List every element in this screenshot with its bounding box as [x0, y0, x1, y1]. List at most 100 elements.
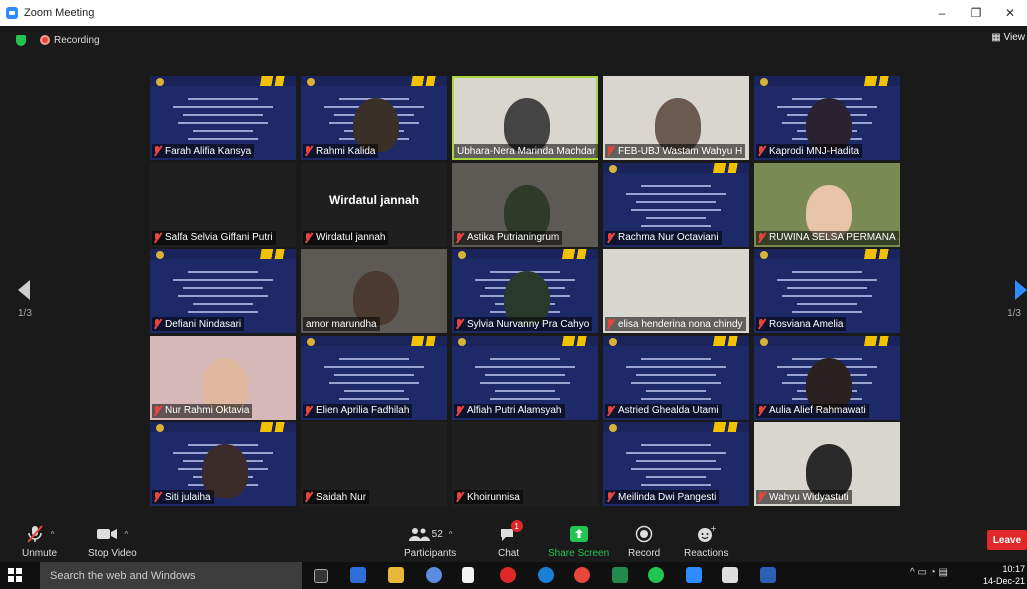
participant-video-tile[interactable]: Wahyu Widyastuti: [754, 422, 900, 506]
muted-mic-icon: [605, 318, 615, 330]
meeting-info-bar: Recording ▦ View: [0, 26, 1027, 54]
leave-button[interactable]: Leave: [987, 530, 1027, 550]
participant-name-label: Siti julaiha: [152, 490, 214, 504]
chrome-icon[interactable]: [574, 567, 590, 583]
media-player-icon[interactable]: [350, 567, 366, 583]
participant-name-label: Nur Rahmi Oktavia: [152, 403, 253, 418]
file-explorer-icon[interactable]: [388, 567, 404, 583]
participant-video-tile[interactable]: Astika Putrianingrum: [452, 162, 598, 247]
participant-video-tile[interactable]: Siti julaiha: [150, 422, 296, 506]
view-button[interactable]: ▦ View: [991, 32, 1025, 43]
participant-name: Khoirunnisa: [467, 491, 520, 503]
participant-name-label: amor marundha: [303, 317, 380, 331]
app-globe-icon[interactable]: [426, 567, 442, 583]
participant-name: amor marundha: [306, 318, 377, 330]
word-icon[interactable]: [760, 567, 776, 583]
edge-icon[interactable]: [538, 567, 554, 583]
chat-badge: 1: [510, 520, 523, 532]
participant-video-tile[interactable]: Farah Alifia Kansya: [150, 76, 296, 160]
reactions-button[interactable]: + Reactions: [684, 524, 728, 559]
participant-video-tile[interactable]: Meilinda Dwi Pangesti: [603, 422, 749, 506]
muted-mic-icon: [152, 232, 162, 244]
video-camera-icon: ^: [96, 524, 128, 544]
system-tray-icons[interactable]: ^ ▭ ◔ ▤: [910, 567, 948, 578]
participant-video-tile[interactable]: Wirdatul jannah Wirdatul jannah: [301, 162, 447, 247]
participant-name: Nur Rahmi Oktavia: [165, 405, 250, 416]
participant-name-label: Kaprodi MNJ-Hadita: [756, 144, 863, 158]
participant-video-tile[interactable]: Salfa Selvia Giffani Putri: [150, 162, 296, 247]
participant-name-label: Wirdatul jannah: [303, 230, 389, 245]
university-emblem-icon: [156, 78, 164, 86]
participant-name: Defiani Nindasari: [165, 318, 242, 330]
participant-video-tile[interactable]: Aulia Alief Rahmawati: [754, 335, 900, 420]
participant-video-tile[interactable]: Ubhara-Nera Marinda Machdar: [452, 76, 598, 160]
participant-video-tile[interactable]: Saidah Nur: [301, 422, 447, 506]
participant-name-label: Rahmi Kalida: [303, 144, 379, 158]
participant-name-label: Meilinda Dwi Pangesti: [605, 490, 720, 504]
title-bar: Zoom Meeting – ❐ ✕: [0, 0, 1027, 26]
participant-video-tile[interactable]: Nur Rahmi Oktavia: [150, 335, 296, 420]
close-button[interactable]: ✕: [993, 0, 1027, 26]
participant-video-tile[interactable]: Sylvia Nurvanny Pra Cahyo: [452, 249, 598, 333]
participant-video-tile[interactable]: FEB-UBJ Wastam Wahyu H: [603, 76, 749, 160]
participant-video-tile[interactable]: Kaprodi MNJ-Hadita: [754, 76, 900, 160]
muted-mic-icon: [454, 491, 464, 503]
recording-label[interactable]: Recording: [54, 35, 100, 46]
muted-mic-icon: [756, 145, 766, 157]
participant-video-tile[interactable]: RUWINA SELSA PERMANA ...: [754, 162, 900, 247]
participant-name: Rahmi Kalida: [316, 145, 376, 157]
participant-video-tile[interactable]: Defiani Nindasari: [150, 249, 296, 333]
record-icon: [635, 524, 653, 544]
reactions-label: Reactions: [684, 548, 729, 559]
participants-button[interactable]: 52 ^ Participants: [404, 524, 456, 559]
university-emblem-icon: [760, 251, 768, 259]
participant-video-tile[interactable]: Elien Aprilia Fadhilah: [301, 335, 447, 420]
record-button[interactable]: Record: [628, 524, 660, 559]
chevron-up-icon[interactable]: ^: [51, 530, 55, 539]
participant-name-label: Defiani Nindasari: [152, 317, 245, 331]
chat-icon: 1: [499, 520, 523, 544]
previous-page-arrow-icon[interactable]: [18, 280, 30, 300]
windows-start-icon[interactable]: [8, 568, 22, 582]
task-view-icon[interactable]: [314, 569, 328, 583]
windows-taskbar: Search the web and Windows ^ ▭ ◔ ▤ 10:17…: [0, 562, 1027, 589]
participant-video-tile[interactable]: Astried Ghealda Utami: [603, 335, 749, 420]
maximize-button[interactable]: ❐: [959, 0, 993, 26]
taskbar-clock[interactable]: 10:17 14-Dec-21: [983, 563, 1025, 587]
photos-icon[interactable]: [722, 567, 738, 583]
participant-name-label: Aulia Alief Rahmawati: [756, 403, 869, 418]
shield-icon[interactable]: [16, 34, 26, 46]
muted-mic-icon: [152, 491, 162, 503]
minimize-button[interactable]: –: [925, 0, 959, 26]
document-icon[interactable]: [462, 567, 474, 583]
participant-video-tile[interactable]: Rachma Nur Octaviani: [603, 162, 749, 247]
muted-mic-icon: [454, 405, 464, 417]
university-emblem-icon: [458, 337, 466, 346]
taskbar-search-input[interactable]: Search the web and Windows: [40, 562, 302, 589]
muted-mic-icon: ^: [25, 524, 55, 544]
participant-name: Astried Ghealda Utami: [618, 405, 719, 416]
chrome-profile-icon[interactable]: [648, 567, 664, 583]
participant-video-tile[interactable]: Khoirunnisa: [452, 422, 598, 506]
participant-video-tile[interactable]: Rosviana Amelia: [754, 249, 900, 333]
zoom-taskbar-icon[interactable]: [686, 567, 702, 583]
participants-label: Participants: [404, 548, 457, 559]
participant-video-tile[interactable]: Rahmi Kalida: [301, 76, 447, 160]
svg-text:+: +: [710, 525, 716, 533]
participant-name-label: Astika Putrianingrum: [454, 230, 563, 245]
opera-icon[interactable]: [500, 567, 516, 583]
participant-name: Siti julaiha: [165, 491, 211, 503]
muted-mic-icon: [303, 405, 313, 417]
participant-video-tile[interactable]: amor marundha: [301, 249, 447, 333]
share-screen-button[interactable]: Share Screen: [548, 524, 609, 559]
participant-video-tile[interactable]: elisa henderina nona chindy: [603, 249, 749, 333]
chevron-up-icon[interactable]: ^: [449, 530, 453, 539]
unmute-button[interactable]: ^ Unmute: [22, 524, 57, 559]
participant-video-tile[interactable]: Alfiah Putri Alamsyah: [452, 335, 598, 420]
participant-display-name: Wirdatul jannah: [329, 192, 419, 207]
chat-button[interactable]: 1 Chat: [498, 520, 523, 559]
next-page-arrow-icon[interactable]: [1015, 280, 1027, 300]
chevron-up-icon[interactable]: ^: [124, 530, 128, 539]
excel-icon[interactable]: [612, 567, 628, 583]
stop-video-button[interactable]: ^ Stop Video: [88, 524, 137, 559]
